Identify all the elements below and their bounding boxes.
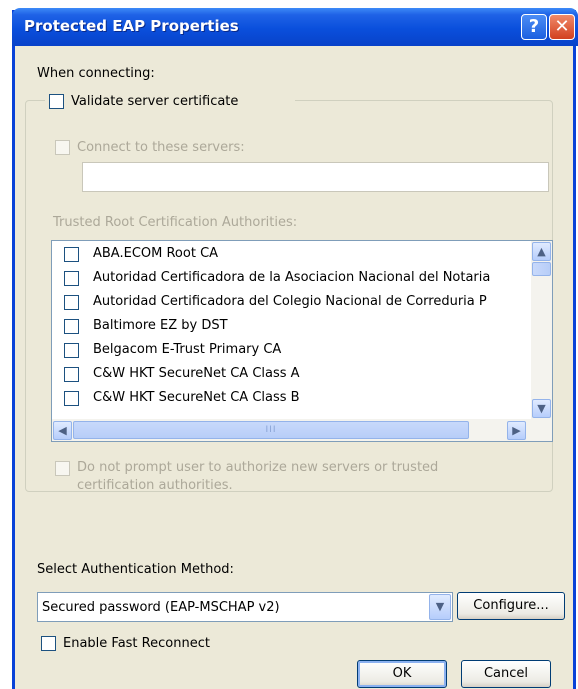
ca-item-label: Autoridad Certificadora de la Asociacion… (93, 270, 491, 285)
scroll-right-button[interactable]: ▶ (507, 421, 526, 440)
ca-item-checkbox[interactable] (64, 247, 79, 262)
validate-server-certificate-checkbox[interactable] (49, 94, 64, 109)
ca-list-item[interactable]: C&W HKT SecureNet CA Class B (52, 387, 522, 411)
ca-list-item[interactable]: Autoridad Certificadora del Colegio Naci… (52, 291, 522, 315)
scroll-down-button[interactable]: ▼ (532, 399, 551, 418)
validate-server-certificate-label: Validate server certificate (71, 94, 239, 109)
dropdown-button[interactable]: ▼ (429, 594, 451, 620)
horizontal-scrollbar[interactable]: ◀ III ▶ (52, 419, 552, 441)
auth-method-select[interactable]: Secured password (EAP-MSCHAP v2) ▼ (37, 592, 453, 622)
horizontal-scroll-thumb[interactable]: III (73, 421, 469, 439)
help-button[interactable]: ? (521, 14, 547, 40)
configure-button[interactable]: Configure... (457, 592, 565, 620)
connect-to-servers-label: Connect to these servers: (77, 140, 245, 155)
ca-item-checkbox[interactable] (64, 295, 79, 310)
no-prompt-label-line2: certification authorities. (77, 478, 233, 493)
ca-list-item[interactable]: Baltimore EZ by DST (52, 315, 522, 339)
ca-item-label: C&W HKT SecureNet CA Class B (93, 390, 300, 405)
no-prompt-label-line1: Do not prompt user to authorize new serv… (77, 460, 439, 475)
vertical-scroll-thumb[interactable] (532, 262, 551, 276)
ca-item-label: Belgacom E-Trust Primary CA (93, 342, 282, 357)
connect-to-servers-checkbox[interactable] (55, 140, 70, 155)
grip-icon: III (265, 425, 277, 435)
ca-item-checkbox[interactable] (64, 343, 79, 358)
ca-list-item[interactable]: C&W HKT SecureNet CA Class A (52, 363, 522, 387)
ca-list-item[interactable]: Autoridad Certificadora de la Asociacion… (52, 267, 522, 291)
protected-eap-dialog: Protected EAP Properties ? ✕ When connec… (12, 8, 578, 689)
chevron-down-icon: ▼ (435, 600, 445, 613)
ca-list-item[interactable]: Belgacom E-Trust Primary CA (52, 339, 522, 363)
validate-server-certificate[interactable]: Validate server certificate (45, 92, 295, 112)
fast-reconnect-label: Enable Fast Reconnect (63, 636, 210, 651)
no-prompt-option[interactable]: Do not prompt user to authorize new serv… (55, 458, 535, 498)
when-connecting-label: When connecting: (37, 66, 155, 81)
close-icon: ✕ (554, 16, 570, 37)
ca-item-label: Baltimore EZ by DST (93, 318, 228, 333)
connect-to-servers[interactable]: Connect to these servers: (55, 138, 305, 158)
title-bar[interactable]: Protected EAP Properties ? ✕ (12, 8, 578, 46)
help-icon: ? (528, 16, 540, 37)
scroll-up-button[interactable]: ▲ (532, 242, 551, 261)
servers-input[interactable] (82, 162, 549, 192)
auth-method-label: Select Authentication Method: (37, 562, 234, 577)
arrow-up-icon: ▲ (537, 245, 546, 258)
arrow-left-icon: ◀ (58, 424, 67, 437)
no-prompt-checkbox[interactable] (55, 461, 70, 476)
arrow-down-icon: ▼ (537, 402, 546, 415)
ca-item-checkbox[interactable] (64, 271, 79, 286)
auth-method-value: Secured password (EAP-MSCHAP v2) (42, 600, 280, 615)
window-title: Protected EAP Properties (24, 17, 239, 35)
ca-item-checkbox[interactable] (64, 319, 79, 334)
trusted-root-ca-list[interactable]: ABA.ECOM Root CA Autoridad Certificadora… (51, 240, 553, 442)
arrow-right-icon: ▶ (512, 424, 521, 437)
ok-button[interactable]: OK (357, 660, 447, 688)
close-button[interactable]: ✕ (549, 14, 575, 40)
scroll-left-button[interactable]: ◀ (53, 421, 72, 440)
trusted-root-label: Trusted Root Certification Authorities: (53, 215, 298, 230)
ca-list-item[interactable]: ABA.ECOM Root CA (52, 243, 522, 267)
ca-item-label: ABA.ECOM Root CA (93, 246, 219, 261)
vertical-scrollbar[interactable]: ▲ ▼ (531, 241, 552, 419)
ca-item-label: C&W HKT SecureNet CA Class A (93, 366, 300, 381)
fast-reconnect-checkbox[interactable] (41, 636, 56, 651)
fast-reconnect-option[interactable]: Enable Fast Reconnect (37, 634, 297, 654)
ca-item-checkbox[interactable] (64, 391, 79, 406)
ca-item-label: Autoridad Certificadora del Colegio Naci… (93, 294, 487, 309)
cancel-button[interactable]: Cancel (461, 660, 551, 688)
ca-item-checkbox[interactable] (64, 367, 79, 382)
